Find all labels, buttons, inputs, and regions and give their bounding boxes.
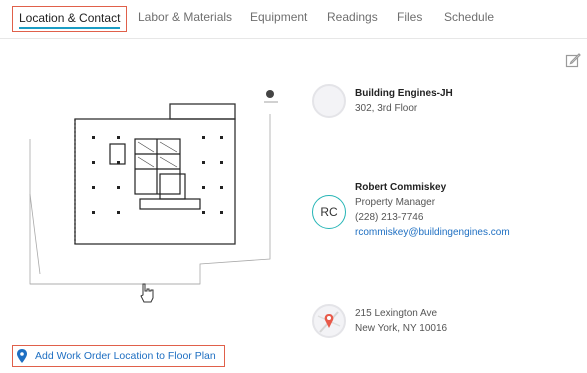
contact-phone: (228) 213-7746 <box>355 212 424 223</box>
active-tab-indicator <box>19 27 121 29</box>
map-pin-icon <box>17 349 27 363</box>
tab-label: Location & Contact <box>19 11 121 25</box>
contact-avatar: RC <box>312 195 346 229</box>
tab-readings[interactable]: Readings <box>327 10 378 24</box>
address-line-1: 215 Lexington Ave <box>355 308 438 319</box>
contact-title: Property Manager <box>355 197 436 208</box>
contact-name: Robert Commiskey <box>355 182 447 193</box>
edit-icon[interactable] <box>565 52 581 68</box>
tab-schedule[interactable]: Schedule <box>444 10 494 24</box>
building-avatar <box>312 84 346 118</box>
building-location: 302, 3rd Floor <box>355 103 418 114</box>
add-work-order-location-button[interactable]: Add Work Order Location to Floor Plan <box>12 345 225 367</box>
building-name: Building Engines-JH <box>355 88 453 99</box>
hand-cursor-icon <box>140 283 154 303</box>
north-arrow-icon <box>264 90 278 103</box>
tab-files[interactable]: Files <box>397 10 422 24</box>
floor-plan-image[interactable] <box>20 74 295 304</box>
map-thumbnail-icon[interactable] <box>312 304 346 338</box>
tab-equipment[interactable]: Equipment <box>250 10 307 24</box>
map-marker-icon <box>317 311 341 333</box>
tab-bar: Location & Contact Labor & Materials Equ… <box>0 0 587 39</box>
tab-location-contact[interactable]: Location & Contact <box>12 6 128 32</box>
contact-email-link[interactable]: rcommiskey@buildingengines.com <box>355 225 510 240</box>
address-line-2: New York, NY 10016 <box>355 323 448 334</box>
tab-labor-materials[interactable]: Labor & Materials <box>138 10 232 24</box>
add-location-label: Add Work Order Location to Floor Plan <box>35 350 216 362</box>
